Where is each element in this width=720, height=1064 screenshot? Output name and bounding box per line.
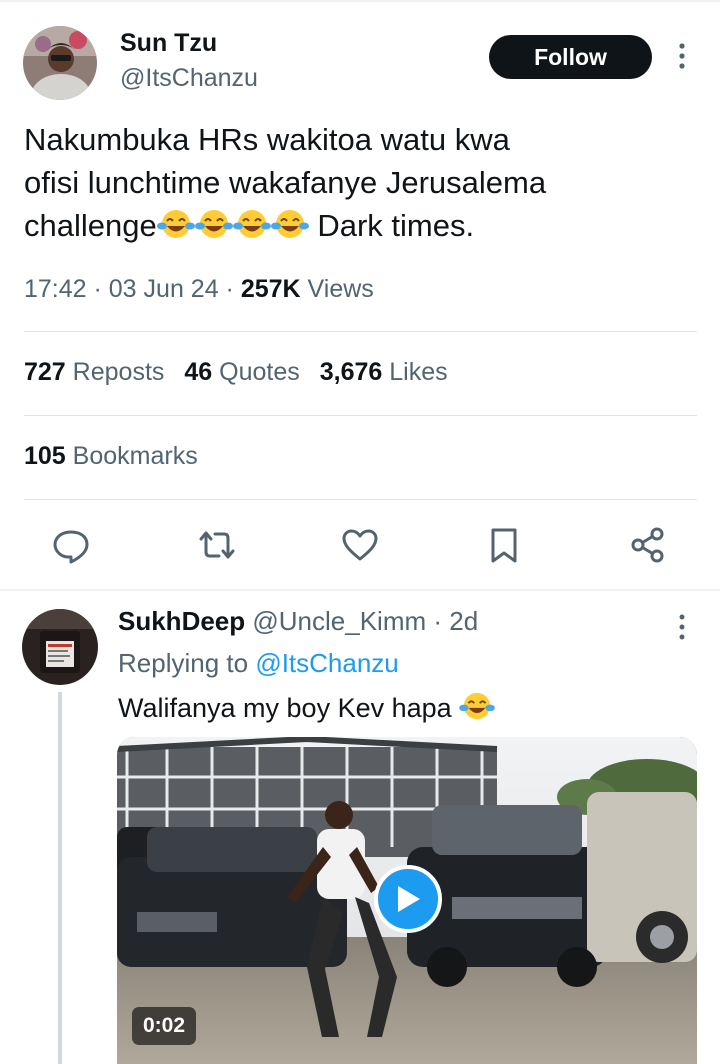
divider bbox=[24, 499, 697, 500]
tweet-text-line: challenge Dark times. bbox=[24, 204, 704, 247]
laughing-emoji-icon bbox=[156, 210, 195, 238]
author-handle[interactable]: @ItsChanzu bbox=[120, 64, 258, 93]
tweet-text-line: Nakumbuka HRs wakitoa watu kwa bbox=[24, 122, 510, 157]
likes-label: Likes bbox=[389, 358, 448, 386]
likes-stat[interactable]: 3,676 Likes bbox=[320, 358, 448, 386]
reply-age: · 2d bbox=[433, 606, 479, 636]
tweet-text-word: Dark times. bbox=[308, 208, 475, 243]
engagement-stats: 727 Reposts 46 Quotes 3,676 Likes bbox=[24, 358, 448, 387]
reply-header: SukhDeep @Uncle_Kimm · 2d bbox=[118, 606, 478, 637]
reposts-label: Reposts bbox=[72, 358, 165, 386]
divider bbox=[24, 331, 697, 332]
reply-author-handle[interactable]: @Uncle_Kimm bbox=[252, 606, 426, 636]
reply-author-name[interactable]: SukhDeep bbox=[118, 606, 245, 636]
reply-text-body: Walifanya my boy Kev hapa bbox=[118, 693, 452, 723]
play-icon bbox=[398, 886, 420, 912]
follow-button[interactable]: Follow bbox=[489, 35, 652, 79]
bookmark-icon[interactable] bbox=[484, 525, 524, 565]
reply-text: Walifanya my boy Kev hapa bbox=[118, 690, 496, 724]
meta-separator: · bbox=[218, 275, 241, 303]
bookmarks-count: 105 bbox=[24, 442, 66, 470]
views-count: 257K bbox=[240, 275, 301, 303]
tweet-date[interactable]: 03 Jun 24 bbox=[109, 275, 219, 303]
laughing-emoji-group bbox=[156, 204, 309, 247]
share-icon[interactable] bbox=[628, 525, 668, 565]
quotes-count: 46 bbox=[184, 358, 213, 386]
repost-icon[interactable] bbox=[197, 525, 237, 565]
reply-author-avatar[interactable] bbox=[22, 609, 98, 685]
tweet-meta: 17:42 · 03 Jun 24 · 257K Views bbox=[24, 275, 374, 304]
video-duration-badge: 0:02 bbox=[132, 1007, 196, 1045]
author-avatar[interactable] bbox=[23, 26, 97, 100]
reply-more-options-icon[interactable] bbox=[672, 612, 692, 642]
tweet-text-line: ofisi lunchtime wakafanye Jerusalema bbox=[24, 165, 547, 200]
reposts-count: 727 bbox=[24, 358, 66, 386]
laughing-emoji-icon bbox=[232, 210, 271, 238]
tweet-text: Nakumbuka HRs wakitoa watu kwa ofisi lun… bbox=[24, 118, 704, 247]
bookmarks-stat[interactable]: 105 Bookmarks bbox=[24, 442, 198, 471]
section-separator bbox=[0, 589, 720, 591]
play-button[interactable] bbox=[374, 865, 442, 933]
meta-separator: · bbox=[86, 275, 109, 303]
quotes-stat[interactable]: 46 Quotes bbox=[184, 358, 299, 386]
views-label: Views bbox=[307, 275, 374, 303]
top-divider bbox=[0, 0, 720, 2]
tweet-text-word: challenge bbox=[24, 208, 157, 243]
replying-to: Replying to @ItsChanzu bbox=[118, 648, 399, 679]
quotes-label: Quotes bbox=[219, 358, 300, 386]
divider bbox=[24, 415, 697, 416]
tweet-time[interactable]: 17:42 bbox=[24, 275, 87, 303]
bookmarks-label: Bookmarks bbox=[72, 442, 198, 470]
replying-prefix: Replying to bbox=[118, 648, 256, 678]
laughing-emoji-icon bbox=[459, 692, 496, 720]
video-thumbnail[interactable]: 0:02 bbox=[117, 737, 697, 1064]
thread-line bbox=[58, 692, 62, 1064]
author-name[interactable]: Sun Tzu bbox=[120, 29, 217, 58]
laughing-emoji-icon bbox=[194, 210, 233, 238]
laughing-emoji-icon bbox=[270, 210, 309, 238]
reply-icon[interactable] bbox=[51, 525, 91, 565]
more-options-icon[interactable] bbox=[672, 40, 692, 72]
replying-to-link[interactable]: @ItsChanzu bbox=[255, 648, 398, 678]
like-icon[interactable] bbox=[340, 525, 380, 565]
likes-count: 3,676 bbox=[319, 358, 383, 386]
reposts-stat[interactable]: 727 Reposts bbox=[24, 358, 164, 386]
